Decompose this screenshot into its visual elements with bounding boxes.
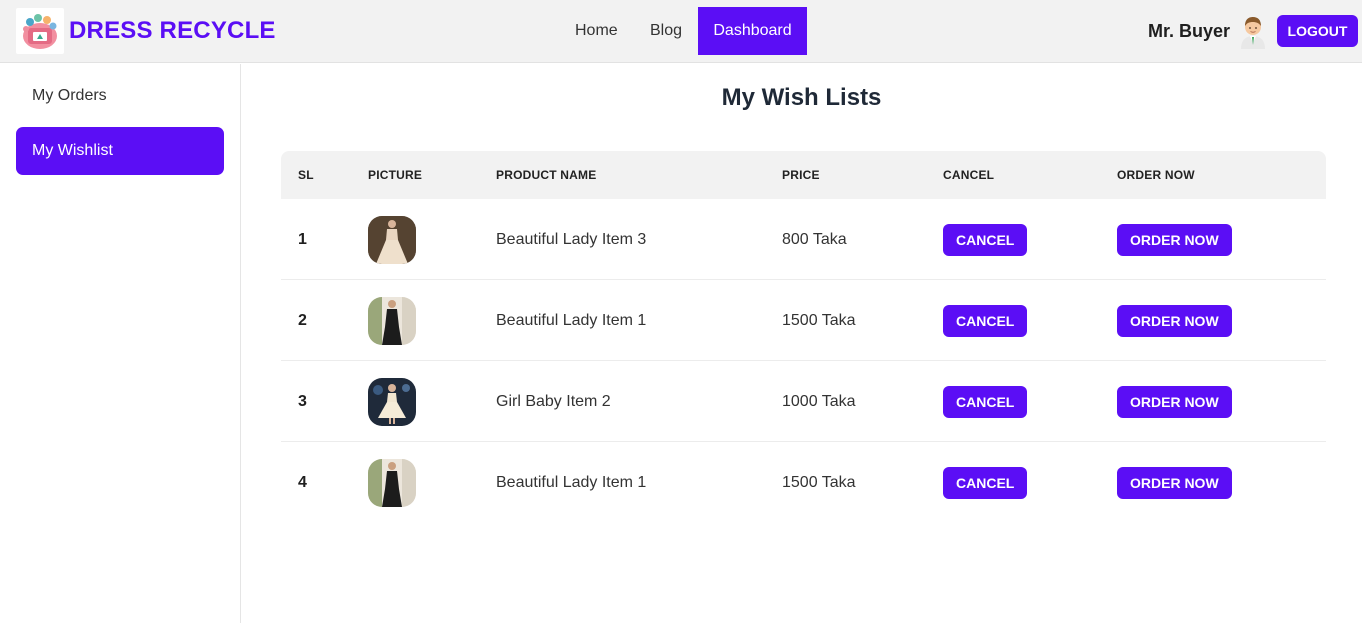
table-row: 2 Beautiful Lady Item 1 1500 Taka CANCEL… [281, 280, 1326, 361]
column-header-order-now: ORDER NOW [1117, 168, 1195, 182]
order-now-button[interactable]: ORDER NOW [1117, 385, 1232, 418]
product-thumbnail[interactable] [368, 296, 416, 345]
column-header-product-name: PRODUCT NAME [496, 168, 597, 182]
cancel-button[interactable]: CANCEL [943, 385, 1028, 418]
product-thumbnail[interactable] [368, 377, 416, 426]
top-navbar: DRESS RECYCLE Home Blog Dashboard Mr. Bu… [0, 0, 1362, 63]
nav-blog-link[interactable]: Blog [634, 7, 698, 55]
order-now-button[interactable]: ORDER NOW [1117, 466, 1232, 499]
column-header-price: PRICE [782, 168, 820, 182]
cancel-button[interactable]: CANCEL [943, 304, 1028, 337]
sidebar-item-my-orders[interactable]: My Orders [16, 72, 224, 120]
brand-name[interactable]: DRESS RECYCLE [69, 17, 276, 45]
product-thumbnail[interactable] [368, 458, 416, 507]
column-header-picture: PICTURE [368, 168, 423, 182]
user-name: Mr. Buyer [1148, 21, 1231, 41]
product-price: 800 Taka [782, 230, 847, 248]
column-header-sl: SL [298, 168, 314, 182]
product-name: Beautiful Lady Item 3 [496, 230, 647, 248]
product-price: 1000 Taka [782, 392, 856, 410]
row-sl: 1 [298, 230, 307, 248]
cancel-button[interactable]: CANCEL [943, 223, 1028, 256]
order-now-button[interactable]: ORDER NOW [1117, 223, 1232, 256]
product-name: Beautiful Lady Item 1 [496, 473, 647, 491]
table-row: 3 Girl Baby Item 2 1000 Taka CANCEL ORDE… [281, 361, 1326, 442]
sidebar: My Orders My Wishlist [0, 64, 241, 623]
product-price: 1500 Taka [782, 473, 856, 491]
row-sl: 4 [298, 473, 307, 491]
logo-icon[interactable] [16, 8, 64, 54]
column-header-cancel: CANCEL [943, 168, 995, 182]
logout-button[interactable]: LOGOUT [1277, 15, 1358, 47]
row-sl: 2 [298, 311, 307, 329]
sidebar-item-my-wishlist[interactable]: My Wishlist [16, 127, 224, 175]
product-thumbnail[interactable] [368, 215, 416, 264]
cancel-button[interactable]: CANCEL [943, 466, 1028, 499]
user-avatar-icon[interactable] [1237, 15, 1269, 49]
table-row: 4 Beautiful Lady Item 1 1500 Taka CANCEL… [281, 442, 1326, 523]
product-name: Beautiful Lady Item 1 [496, 311, 647, 329]
order-now-button[interactable]: ORDER NOW [1117, 304, 1232, 337]
table-header: SL PICTURE PRODUCT NAME PRICE CANCEL ORD… [281, 151, 1326, 199]
page-title: My Wish Lists [721, 84, 882, 111]
product-name: Girl Baby Item 2 [496, 392, 611, 410]
nav-home-link[interactable]: Home [559, 7, 634, 55]
nav-dashboard-link[interactable]: Dashboard [698, 7, 807, 55]
row-sl: 3 [298, 392, 307, 410]
table-row: 1 Beautiful Lady Item 3 800 Taka CANCEL … [281, 199, 1326, 280]
wishlist-table: SL PICTURE PRODUCT NAME PRICE CANCEL ORD… [281, 151, 1326, 523]
product-price: 1500 Taka [782, 311, 856, 329]
